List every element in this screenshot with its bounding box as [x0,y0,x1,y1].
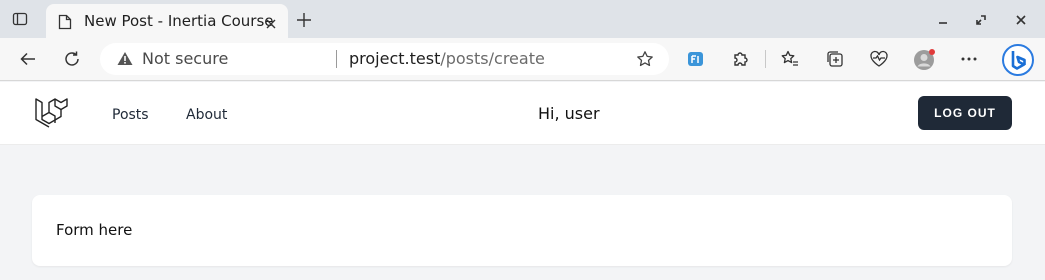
url-host: project.test [349,49,441,68]
close-icon[interactable] [265,15,277,29]
profile-avatar-icon[interactable] [913,49,935,70]
new-tab-icon[interactable] [296,12,312,28]
favorite-star-icon[interactable] [636,50,654,68]
user-greeting: Hi, user [538,104,600,123]
extensions-puzzle-icon[interactable] [731,49,751,69]
content-card: Form here [32,195,1012,266]
browser-tab-strip: New Post - Inertia Course [0,0,1045,38]
more-menu-icon[interactable] [959,49,979,69]
extension-fi-icon[interactable] [686,49,706,69]
bing-icon[interactable] [1002,44,1034,76]
security-label[interactable]: Not secure [142,49,228,68]
nav-link-about[interactable]: About [186,107,227,123]
laravel-logo-icon[interactable] [34,96,68,130]
address-bar[interactable]: Not secure project.test/posts/create [100,43,669,75]
collections-icon[interactable] [825,49,845,69]
toolbar-divider [765,50,766,68]
back-icon[interactable] [19,50,37,68]
minimize-icon[interactable] [936,12,950,26]
browser-toolbar: Not secure project.test/posts/create [0,38,1045,81]
browser-tab[interactable]: New Post - Inertia Course [46,4,288,38]
form-placeholder-text: Form here [56,221,133,239]
tab-actions-icon[interactable] [12,11,28,27]
nav-link-posts[interactable]: Posts [112,107,149,123]
window-close-icon[interactable] [1014,12,1028,26]
url-text[interactable]: project.test/posts/create [349,49,545,68]
tab-title: New Post - Inertia Course [84,12,274,30]
refresh-icon[interactable] [63,50,81,68]
favorites-icon[interactable] [780,49,800,69]
warning-icon[interactable] [117,51,133,66]
url-path: /posts/create [440,49,545,68]
restore-icon[interactable] [974,12,988,26]
browser-essentials-icon[interactable] [869,49,889,69]
address-separator [336,50,337,68]
logout-button[interactable]: LOG OUT [918,96,1012,130]
page-icon [58,14,72,30]
app-navbar: Posts About Hi, user LOG OUT [0,82,1045,145]
